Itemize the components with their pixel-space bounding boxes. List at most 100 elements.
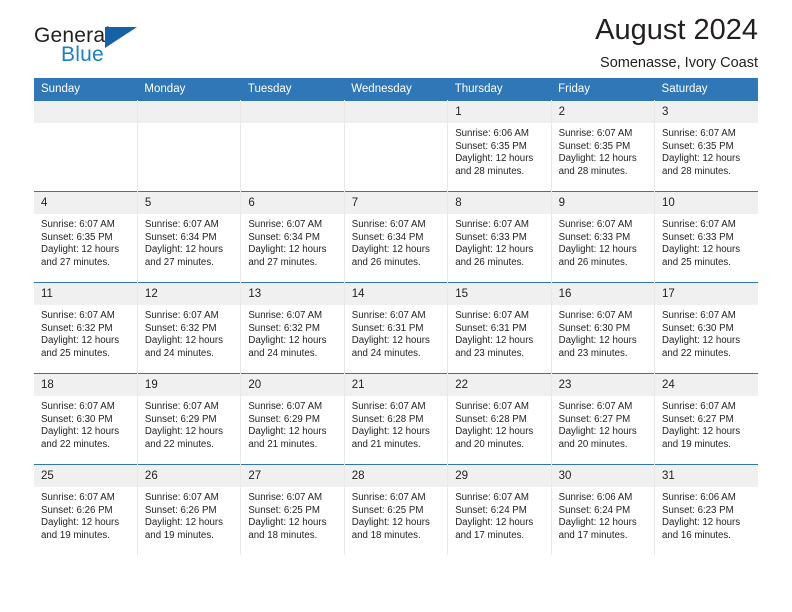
calendar-day-cell[interactable]: 19 Sunrise: 6:07 AM Sunset: 6:29 PM Dayligh… xyxy=(137,373,242,465)
daylight-text-line1: Daylight: 12 hours xyxy=(144,517,224,529)
daylight-text-line1: Daylight: 12 hours xyxy=(144,335,224,347)
sunrise-text: Sunrise: 6:07 AM xyxy=(41,310,115,321)
sunset-text: Sunset: 6:28 PM xyxy=(351,413,424,425)
calendar-day-cell[interactable]: 15 Sunrise: 6:07 AM Sunset: 6:31 PM Dayligh… xyxy=(447,282,552,374)
day-number xyxy=(241,101,344,123)
calendar-day-cell[interactable]: 30 Sunrise: 6:06 AM Sunset: 6:24 PM Dayligh… xyxy=(551,464,656,555)
day-number: 21 xyxy=(344,374,448,396)
day-sun-info: Sunrise: 6:07 AM Sunset: 6:33 PM Daylight:… xyxy=(655,214,758,269)
sunrise-text: Sunrise: 6:07 AM xyxy=(351,310,426,321)
calendar-day-cell[interactable]: 10 Sunrise: 6:07 AM Sunset: 6:33 PM Dayligh… xyxy=(654,191,758,283)
day-number: 12 xyxy=(137,283,241,305)
sunset-text: Sunset: 6:34 PM xyxy=(144,231,217,243)
calendar-day-cell[interactable]: 5 Sunrise: 6:07 AM Sunset: 6:34 PM Daylight… xyxy=(137,191,242,283)
sunrise-text: Sunrise: 6:07 AM xyxy=(662,219,736,230)
calendar-day-cell[interactable]: 7 Sunrise: 6:07 AM Sunset: 6:34 PM Daylight… xyxy=(344,191,449,283)
day-number: 22 xyxy=(448,374,551,396)
calendar-day-cell[interactable]: 17 Sunrise: 6:07 AM Sunset: 6:30 PM Dayligh… xyxy=(654,282,758,374)
sunrise-text: Sunrise: 6:06 AM xyxy=(662,492,736,503)
sunset-text: Sunset: 6:26 PM xyxy=(144,504,217,516)
calendar-day-cell[interactable]: 23 Sunrise: 6:07 AM Sunset: 6:27 PM Dayligh… xyxy=(551,373,656,465)
calendar-day-cell[interactable]: 12 Sunrise: 6:07 AM Sunset: 6:32 PM Dayligh… xyxy=(137,282,242,374)
day-sun-info: Sunrise: 6:07 AM Sunset: 6:27 PM Daylight:… xyxy=(552,396,654,451)
calendar-header-row: Sunday Monday Tuesday Wednesday Thursday… xyxy=(34,78,758,101)
sunrise-text: Sunrise: 6:06 AM xyxy=(455,128,529,139)
calendar-day-cell[interactable]: 22 Sunrise: 6:07 AM Sunset: 6:28 PM Dayligh… xyxy=(447,373,552,465)
calendar-day-cell[interactable]: 4 Sunrise: 6:07 AM Sunset: 6:35 PM Daylight… xyxy=(34,191,138,283)
calendar-day-cell-empty xyxy=(344,100,449,192)
sunrise-text: Sunrise: 6:07 AM xyxy=(351,492,426,503)
daylight-text-line2: and 17 minutes. xyxy=(558,529,628,541)
calendar-day-cell[interactable]: 16 Sunrise: 6:07 AM Sunset: 6:30 PM Dayligh… xyxy=(551,282,656,374)
daylight-text-line1: Daylight: 12 hours xyxy=(455,426,534,438)
day-number: 14 xyxy=(344,283,448,305)
day-sun-info: Sunrise: 6:07 AM Sunset: 6:35 PM Daylight:… xyxy=(552,123,654,178)
daylight-text-line1: Daylight: 12 hours xyxy=(455,517,534,529)
daylight-text-line2: and 27 minutes. xyxy=(248,256,318,268)
sunrise-text: Sunrise: 6:07 AM xyxy=(558,128,633,139)
calendar-day-cell[interactable]: 28 Sunrise: 6:07 AM Sunset: 6:25 PM Dayligh… xyxy=(344,464,449,555)
calendar-week-row: 25 Sunrise: 6:07 AM Sunset: 6:26 PM Dayligh… xyxy=(34,464,758,555)
daylight-text-line1: Daylight: 12 hours xyxy=(351,335,430,347)
calendar-day-cell[interactable]: 31 Sunrise: 6:06 AM Sunset: 6:23 PM Dayligh… xyxy=(654,464,758,555)
calendar-day-cell[interactable]: 18 Sunrise: 6:07 AM Sunset: 6:30 PM Dayligh… xyxy=(34,373,138,465)
calendar-day-cell[interactable]: 20 Sunrise: 6:07 AM Sunset: 6:29 PM Dayligh… xyxy=(240,373,345,465)
calendar-day-cell[interactable]: 3 Sunrise: 6:07 AM Sunset: 6:35 PM Daylight… xyxy=(654,100,758,192)
day-number: 27 xyxy=(241,465,344,487)
calendar-day-cell[interactable]: 9 Sunrise: 6:07 AM Sunset: 6:33 PM Daylight… xyxy=(551,191,656,283)
sunrise-text: Sunrise: 6:07 AM xyxy=(41,492,115,503)
sunrise-text: Sunrise: 6:07 AM xyxy=(41,401,115,412)
daylight-text-line2: and 24 minutes. xyxy=(144,347,214,359)
calendar-week-row: 18 Sunrise: 6:07 AM Sunset: 6:30 PM Dayligh… xyxy=(34,373,758,465)
calendar-week-row: 4 Sunrise: 6:07 AM Sunset: 6:35 PM Daylight… xyxy=(34,191,758,283)
daylight-text-line2: and 24 minutes. xyxy=(351,347,421,359)
sunset-text: Sunset: 6:35 PM xyxy=(662,140,734,152)
day-sun-info: Sunrise: 6:07 AM Sunset: 6:25 PM Daylight:… xyxy=(345,487,447,542)
daylight-text-line2: and 17 minutes. xyxy=(455,529,525,541)
sunset-text: Sunset: 6:26 PM xyxy=(41,504,113,516)
sunrise-text: Sunrise: 6:07 AM xyxy=(455,310,529,321)
daylight-text-line1: Daylight: 12 hours xyxy=(351,517,430,529)
sunset-text: Sunset: 6:32 PM xyxy=(144,322,217,334)
day-number: 24 xyxy=(655,374,758,396)
general-blue-logo[interactable]: General Blue xyxy=(34,24,154,70)
calendar-day-cell[interactable]: 21 Sunrise: 6:07 AM Sunset: 6:28 PM Dayligh… xyxy=(344,373,449,465)
day-sun-info: Sunrise: 6:07 AM Sunset: 6:29 PM Daylight:… xyxy=(138,396,240,451)
calendar-day-cell[interactable]: 25 Sunrise: 6:07 AM Sunset: 6:26 PM Dayligh… xyxy=(34,464,138,555)
calendar-day-cell[interactable]: 13 Sunrise: 6:07 AM Sunset: 6:32 PM Dayligh… xyxy=(240,282,345,374)
calendar-day-cell[interactable]: 2 Sunrise: 6:07 AM Sunset: 6:35 PM Daylight… xyxy=(551,100,656,192)
sunset-text: Sunset: 6:34 PM xyxy=(351,231,424,243)
day-sun-info: Sunrise: 6:06 AM Sunset: 6:23 PM Daylight:… xyxy=(655,487,758,542)
daylight-text-line2: and 28 minutes. xyxy=(455,165,525,177)
calendar-day-cell[interactable]: 29 Sunrise: 6:07 AM Sunset: 6:24 PM Dayligh… xyxy=(447,464,552,555)
sunrise-text: Sunrise: 6:07 AM xyxy=(558,219,633,230)
calendar-day-cell[interactable]: 24 Sunrise: 6:07 AM Sunset: 6:27 PM Dayligh… xyxy=(654,373,758,465)
calendar-day-cell[interactable]: 26 Sunrise: 6:07 AM Sunset: 6:26 PM Dayligh… xyxy=(137,464,242,555)
sunset-text: Sunset: 6:35 PM xyxy=(455,140,527,152)
sunrise-text: Sunrise: 6:07 AM xyxy=(558,401,633,412)
day-sun-info: Sunrise: 6:07 AM Sunset: 6:35 PM Daylight:… xyxy=(655,123,758,178)
daylight-text-line2: and 28 minutes. xyxy=(662,165,731,177)
day-sun-info: Sunrise: 6:07 AM Sunset: 6:32 PM Daylight:… xyxy=(138,305,240,360)
calendar-day-cell[interactable]: 14 Sunrise: 6:07 AM Sunset: 6:31 PM Dayligh… xyxy=(344,282,449,374)
sunset-text: Sunset: 6:29 PM xyxy=(144,413,217,425)
sunrise-text: Sunrise: 6:07 AM xyxy=(558,310,633,321)
daylight-text-line2: and 24 minutes. xyxy=(248,347,318,359)
sunset-text: Sunset: 6:28 PM xyxy=(455,413,527,425)
calendar-day-cell[interactable]: 8 Sunrise: 6:07 AM Sunset: 6:33 PM Daylight… xyxy=(447,191,552,283)
sunset-text: Sunset: 6:23 PM xyxy=(662,504,734,516)
calendar-day-cell[interactable]: 6 Sunrise: 6:07 AM Sunset: 6:34 PM Daylight… xyxy=(240,191,345,283)
calendar-day-cell[interactable]: 1 Sunrise: 6:06 AM Sunset: 6:35 PM Daylight… xyxy=(447,100,552,192)
sunset-text: Sunset: 6:32 PM xyxy=(248,322,320,334)
calendar-day-cell[interactable]: 27 Sunrise: 6:07 AM Sunset: 6:25 PM Dayligh… xyxy=(240,464,345,555)
day-sun-info: Sunrise: 6:07 AM Sunset: 6:26 PM Daylight:… xyxy=(138,487,240,542)
page-subtitle: Somenasse, Ivory Coast xyxy=(600,55,758,71)
day-number: 17 xyxy=(655,283,758,305)
day-sun-info: Sunrise: 6:07 AM Sunset: 6:34 PM Daylight:… xyxy=(241,214,343,269)
day-number: 10 xyxy=(655,192,758,214)
daylight-text-line2: and 22 minutes. xyxy=(662,347,731,359)
daylight-text-line1: Daylight: 12 hours xyxy=(248,426,327,438)
daylight-text-line2: and 28 minutes. xyxy=(558,165,628,177)
calendar-day-cell[interactable]: 11 Sunrise: 6:07 AM Sunset: 6:32 PM Dayligh… xyxy=(34,282,138,374)
day-sun-info: Sunrise: 6:07 AM Sunset: 6:32 PM Daylight:… xyxy=(241,305,343,360)
